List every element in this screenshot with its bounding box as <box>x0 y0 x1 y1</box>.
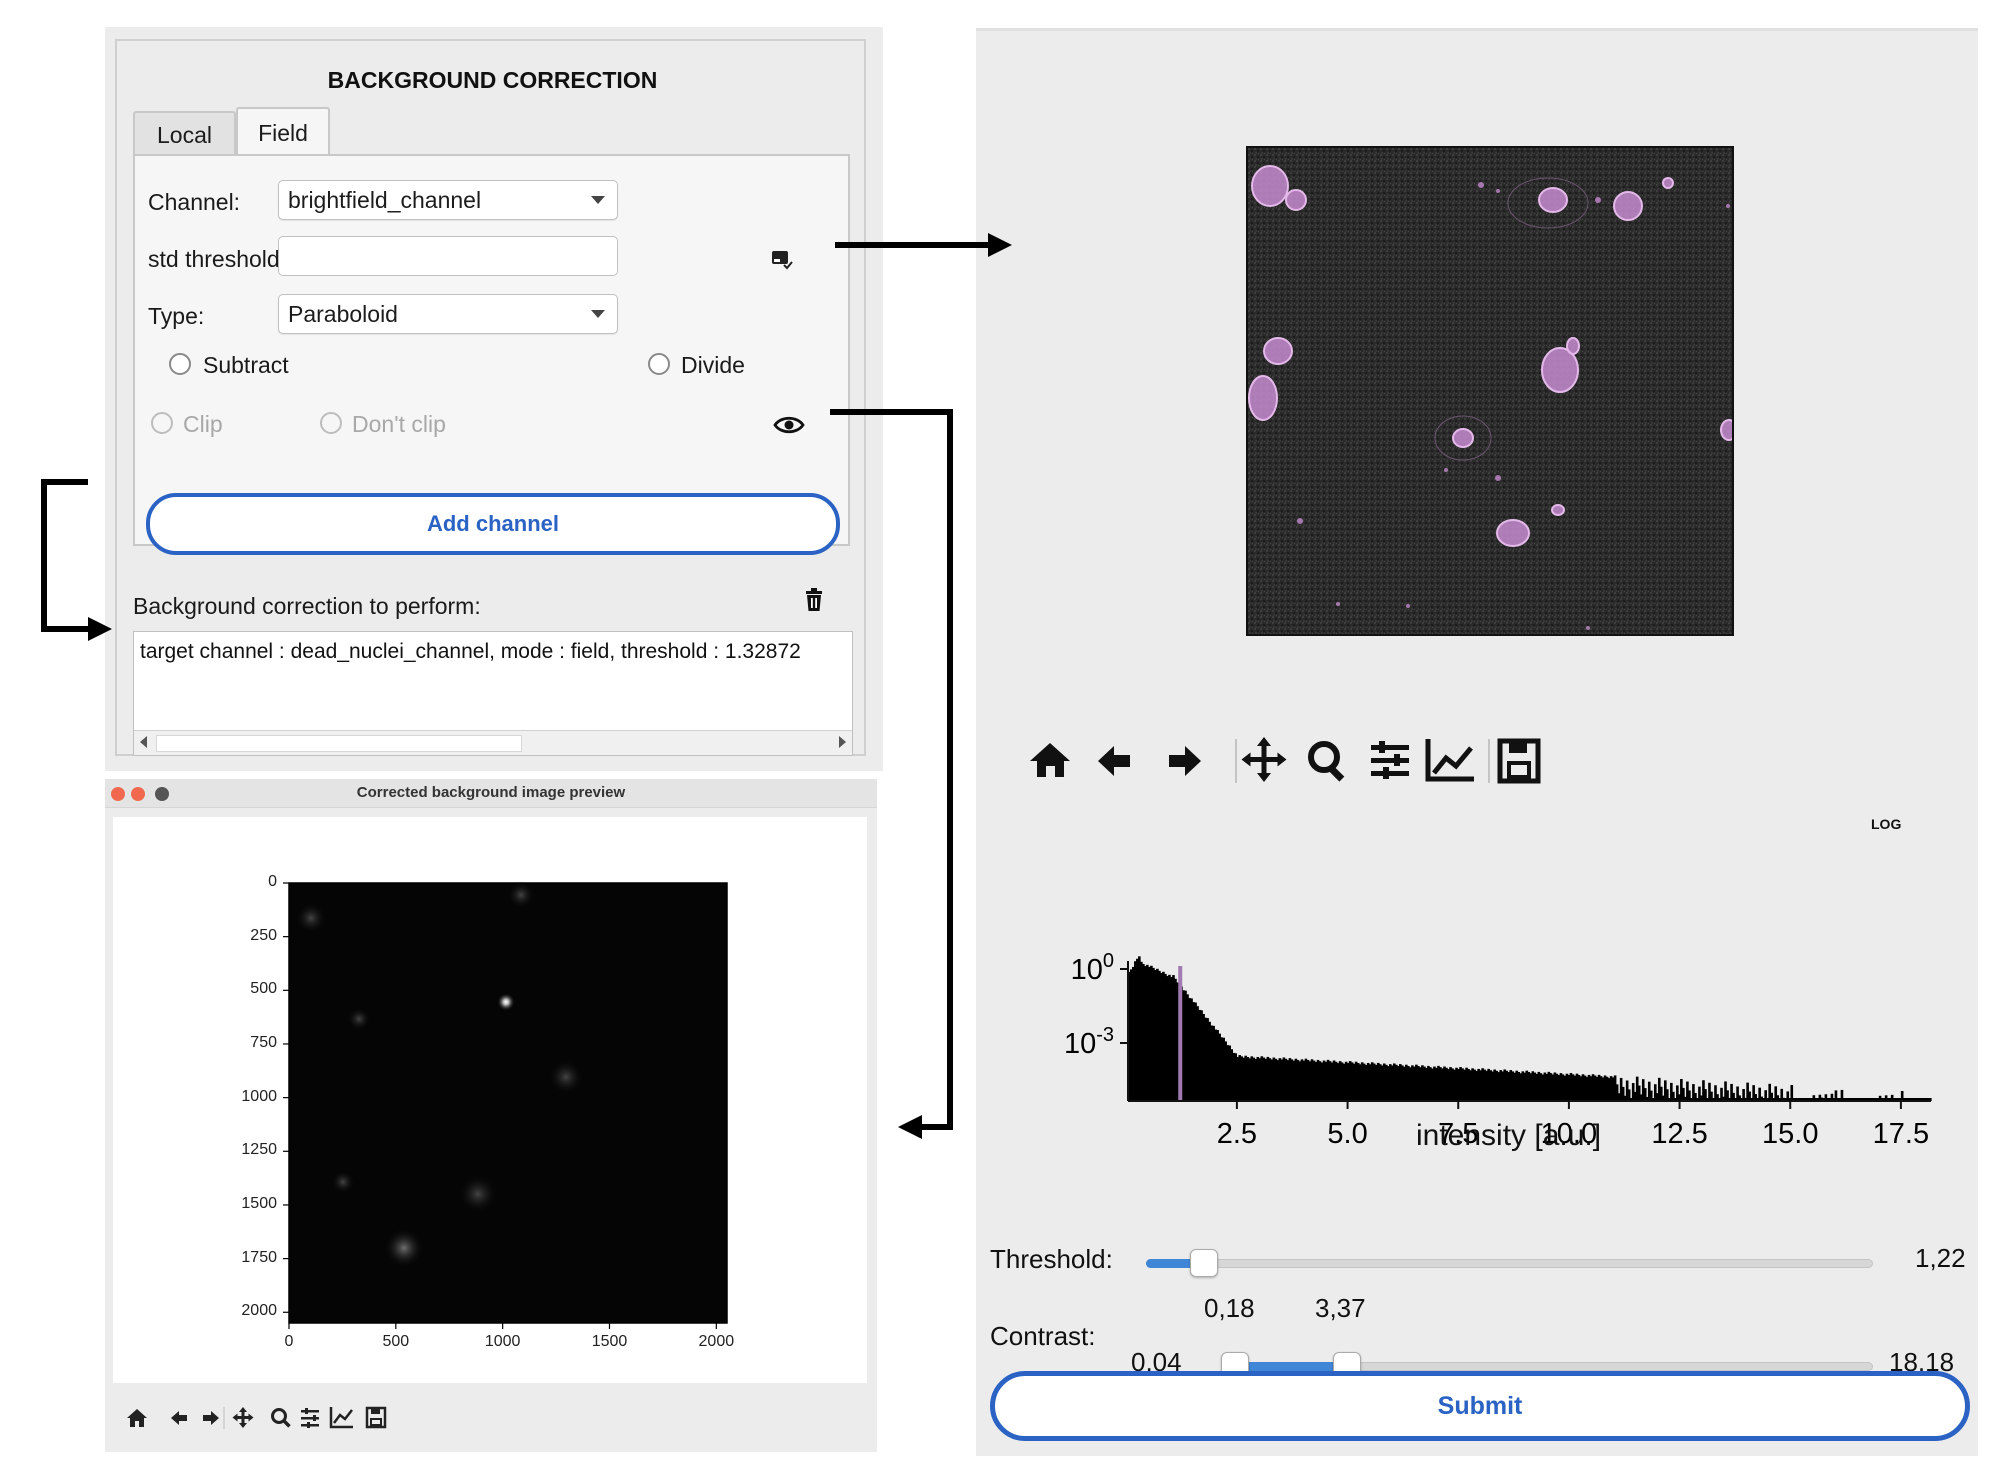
annotation-arrows <box>41 233 1012 1139</box>
arrowhead-icon <box>88 617 112 641</box>
arrowhead-icon <box>898 1115 922 1139</box>
arrowhead-icon <box>988 233 1012 257</box>
arrow-to-preview <box>830 409 953 1130</box>
arrow-to-list <box>41 479 96 632</box>
